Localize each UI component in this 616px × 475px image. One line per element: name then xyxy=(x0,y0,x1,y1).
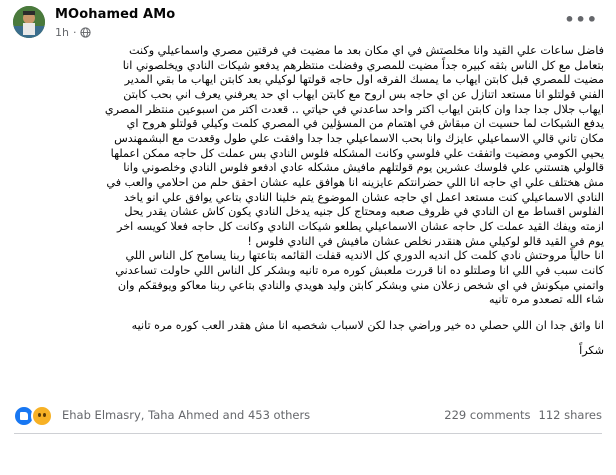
author-name[interactable]: MOohamed AMo xyxy=(55,7,175,22)
post-line: انا واثق جدا ان اللي حصلي ده خير وراضي ج… xyxy=(131,318,604,332)
post-line: مكان تاني قالي الاسماعيلي عايزك وانا بحب… xyxy=(114,131,604,145)
post-line: يحيي الكومي ومضيت واتفقت علي فلوسي وكانت… xyxy=(110,146,604,160)
divider xyxy=(14,433,602,434)
post-timestamp[interactable]: 1h xyxy=(55,26,69,39)
post-line: فاضل ساعات علي القيد وانا مخلصتش في اي م… xyxy=(129,44,604,57)
avatar-image xyxy=(13,6,45,38)
post-line: النادي الاسماعيلي كنت مستعد اعمل اي حاجه… xyxy=(123,190,604,204)
post-line: الفني قولتلو انا مستعد اتنازل عن اي حاجه… xyxy=(123,87,604,101)
post-line: انا حالياً مروحتش نادي كلمت كل انديه الد… xyxy=(125,249,604,263)
post-text: فاضل ساعات علي القيد وانا مخلصتش في اي م… xyxy=(14,44,604,401)
post-line: كانت سبب في اللي انا وصلتلو ده انا قررت … xyxy=(115,263,604,277)
post-line: مش هختلف علي اي حاجه انا اللي حضرانتكم ع… xyxy=(106,175,604,189)
sad-icon xyxy=(31,405,53,427)
post-line: بتعامل مع كل الناس بثقه كبيره جداً مضيت … xyxy=(122,58,604,72)
shares-count[interactable]: 112 shares xyxy=(539,408,602,422)
post-line: واتمني ميكونش في اي شخص زعلان مني وبشكر … xyxy=(117,278,604,292)
post-line: الفلوس اقساط مع ان النادي في ظروف صعبه و… xyxy=(124,205,604,219)
post-line: شكراً xyxy=(579,344,604,358)
post-footer: Ehab Elmasry, Taha Ahmed and 453 others … xyxy=(0,402,616,432)
post-line: يدفع الشيكات لما حسيت ان مبقاش في اهتمام… xyxy=(126,117,604,131)
engagement-counts: 229 comments 112 shares xyxy=(444,408,602,422)
globe-icon xyxy=(80,27,92,38)
post-line: مضيت للمصري قبل كابتن ايهاب ما يمسك الفر… xyxy=(124,73,604,87)
post-header: MOohamed AMo 1h · ••• xyxy=(0,0,616,44)
post-line: شاء الله تصعدو مره تانيه xyxy=(488,293,604,307)
reactors-summary[interactable]: Ehab Elmasry, Taha Ahmed and 453 others xyxy=(62,408,310,422)
comments-count[interactable]: 229 comments xyxy=(444,408,530,422)
post-line: ازمته ويفك القيد عملت كل حاجه عشان الاسم… xyxy=(117,219,604,233)
more-options-icon[interactable]: ••• xyxy=(564,10,598,29)
reaction-icons[interactable] xyxy=(13,405,53,427)
post-line: ايهاب جلال جدا جدا وان كابتن ايهاب اكتر … xyxy=(104,102,604,116)
post-meta: 1h · xyxy=(55,26,92,39)
post-line: قالولي هتستني علي فلوسك عشرين يوم قولتله… xyxy=(123,161,604,175)
avatar[interactable] xyxy=(13,6,45,38)
post-line: يوم في القيد قالو لوكيلي مش هنقدر نخلص ع… xyxy=(247,234,604,248)
